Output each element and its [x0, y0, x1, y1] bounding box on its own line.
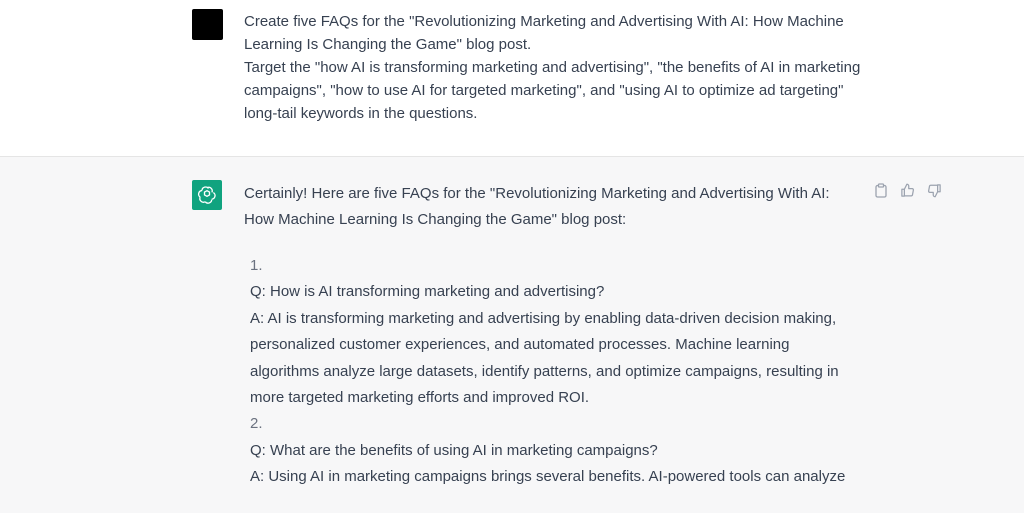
faq-answer: A: Using AI in marketing campaigns bring…	[250, 468, 846, 486]
faq-number: 1.	[250, 257, 263, 274]
user-message-line: Target the "how AI is transforming marke…	[244, 59, 861, 122]
faq-answer: A: AI is transforming marketing and adve…	[250, 309, 839, 407]
thumbs-up-button[interactable]	[899, 182, 916, 199]
faq-question: Q: How is AI transforming marketing and …	[250, 283, 605, 301]
thumbs-down-icon	[927, 184, 941, 198]
copy-button[interactable]	[872, 182, 889, 199]
faq-item: 2. Q: What are the benefits of using AI …	[250, 411, 860, 490]
thumbs-up-icon	[901, 183, 915, 197]
openai-logo-icon	[197, 186, 216, 204]
user-message-line: Create five FAQs for the "Revolutionizin…	[244, 13, 844, 53]
user-avatar	[192, 9, 223, 40]
assistant-intro-text: Certainly! Here are five FAQs for the "R…	[244, 185, 830, 228]
faq-number: 2.	[250, 415, 263, 433]
faq-list: 1. Q: How is AI transforming marketing a…	[250, 253, 860, 491]
thumbs-down-button[interactable]	[926, 182, 943, 199]
faq-question: Q: What are the benefits of using AI in …	[250, 441, 658, 459]
clipboard-icon	[874, 183, 887, 198]
user-message-text: Create five FAQs for the "Revolutionizin…	[244, 10, 864, 125]
user-message-block: Create five FAQs for the "Revolutionizin…	[0, 0, 1024, 157]
faq-item: 1. Q: How is AI transforming marketing a…	[250, 253, 860, 411]
message-actions	[872, 182, 943, 199]
assistant-avatar	[192, 180, 222, 210]
